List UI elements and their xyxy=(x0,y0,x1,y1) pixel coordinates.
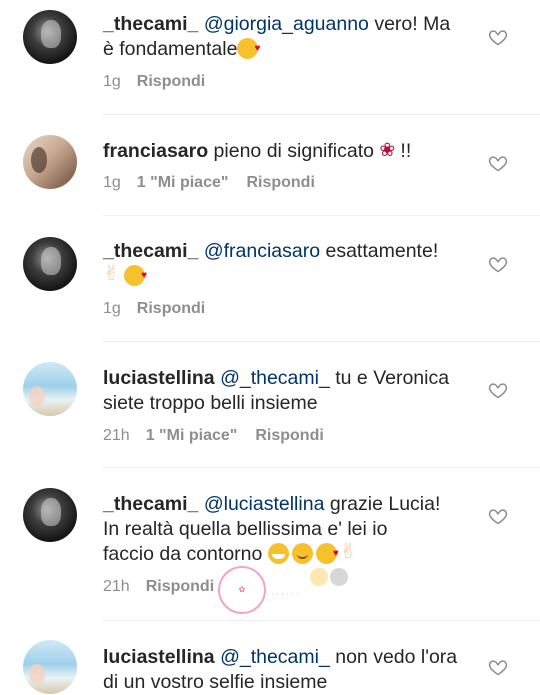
mention-link[interactable]: @giorgia_aguanno xyxy=(204,13,369,35)
username[interactable]: _thecami_ xyxy=(103,13,198,35)
avatar[interactable] xyxy=(23,10,77,64)
avatar[interactable] xyxy=(23,237,77,291)
heart-outline-icon[interactable] xyxy=(488,506,508,526)
wilted-rose-icon xyxy=(379,138,397,163)
comment-time: 1g xyxy=(103,300,121,317)
username[interactable]: franciasaro xyxy=(103,140,208,162)
comment-time: 21h xyxy=(103,578,130,595)
watermark-text-icon: · · · · · · · xyxy=(266,590,300,599)
face-blowing-kiss-icon xyxy=(237,36,260,61)
comment-text-line: vero! Ma xyxy=(368,13,451,35)
reply-button[interactable]: Rispondi xyxy=(255,427,323,445)
mention-link[interactable]: @_thecami_ xyxy=(220,367,330,389)
comment-text: luciastellina @_thecami_ non vedo l'ora … xyxy=(103,645,483,695)
reply-button[interactable]: Rispondi xyxy=(246,174,314,192)
comment-text-line: In realtà quella bellissima e' lei io xyxy=(103,518,388,540)
winking-face-icon xyxy=(291,543,313,564)
comment-text: franciasaro pieno di significato !! xyxy=(103,138,483,164)
face-blowing-kiss-icon xyxy=(124,263,147,288)
likes-count[interactable]: 1 "Mi piace" xyxy=(146,427,238,445)
avatar[interactable] xyxy=(23,135,77,189)
comment-meta: 1g 1 "Mi piace" Rispondi xyxy=(103,174,333,192)
watermark-face-icon xyxy=(330,568,348,586)
comment-meta: 1g Rispondi xyxy=(103,73,223,91)
comment-text: _thecami_ @franciasaro esattamente! xyxy=(103,239,483,289)
avatar[interactable] xyxy=(23,640,77,694)
username[interactable]: _thecami_ xyxy=(103,493,198,515)
face-blowing-kiss-icon xyxy=(315,541,339,566)
grinning-face-icon xyxy=(267,543,289,564)
divider xyxy=(103,114,540,115)
comment-text-line: non vedo l'ora xyxy=(329,646,458,668)
reply-button[interactable]: Rispondi xyxy=(137,300,205,318)
watermark-face-icon xyxy=(310,568,328,586)
heart-outline-icon[interactable] xyxy=(488,254,508,274)
username[interactable]: luciastellina xyxy=(103,367,215,389)
divider xyxy=(103,620,540,621)
victory-hand-icon xyxy=(103,262,121,287)
divider xyxy=(103,341,540,342)
comment-text: _thecami_ @luciastellina grazie Lucia! I… xyxy=(103,492,483,567)
comment-time: 21h xyxy=(103,427,130,444)
divider xyxy=(103,215,540,216)
heart-outline-icon[interactable] xyxy=(488,27,508,47)
comment-text-line: siete troppo belli insieme xyxy=(103,392,318,414)
comment-text-line: pieno di significato xyxy=(208,140,380,162)
mention-link[interactable]: @luciastellina xyxy=(204,493,325,515)
heart-outline-icon[interactable] xyxy=(488,153,508,173)
reply-button[interactable]: Rispondi xyxy=(146,578,214,596)
comment-time: 1g xyxy=(103,174,121,191)
comment-text-line: faccio da contorno xyxy=(103,543,268,565)
comment-time: 1g xyxy=(103,73,121,90)
comment-text-line: tu e Veronica xyxy=(329,367,450,389)
victory-hand-icon xyxy=(340,540,358,565)
comment-text-line: grazie Lucia! xyxy=(324,493,441,515)
likes-count[interactable]: 1 "Mi piace" xyxy=(137,174,229,192)
avatar[interactable] xyxy=(23,362,77,416)
mention-link[interactable]: @franciasaro xyxy=(204,240,320,262)
comment-text: luciastellina @_thecami_ tu e Veronica s… xyxy=(103,366,483,416)
comment-text-end: !! xyxy=(400,140,412,162)
heart-outline-icon[interactable] xyxy=(488,657,508,677)
mention-link[interactable]: @_thecami_ xyxy=(220,646,330,668)
comment-text: _thecami_ @giorgia_aguanno vero! Ma è fo… xyxy=(103,12,483,62)
username[interactable]: luciastellina xyxy=(103,646,215,668)
divider xyxy=(103,467,540,468)
comment-meta: 1g Rispondi xyxy=(103,300,223,318)
comment-meta: 21h 1 "Mi piace" Rispondi xyxy=(103,427,342,445)
comment-text-line: esattamente! xyxy=(320,240,439,262)
heart-outline-icon[interactable] xyxy=(488,380,508,400)
avatar[interactable] xyxy=(23,488,77,542)
comment-text-line: è fondamentale xyxy=(103,38,238,60)
watermark-logo: ✿ · · · · · · · xyxy=(218,566,360,614)
username[interactable]: _thecami_ xyxy=(103,240,198,262)
reply-button[interactable]: Rispondi xyxy=(137,73,205,91)
comment-text-line: di un vostro selfie insieme xyxy=(103,671,328,693)
comment-meta: 21h Rispondi xyxy=(103,578,232,596)
